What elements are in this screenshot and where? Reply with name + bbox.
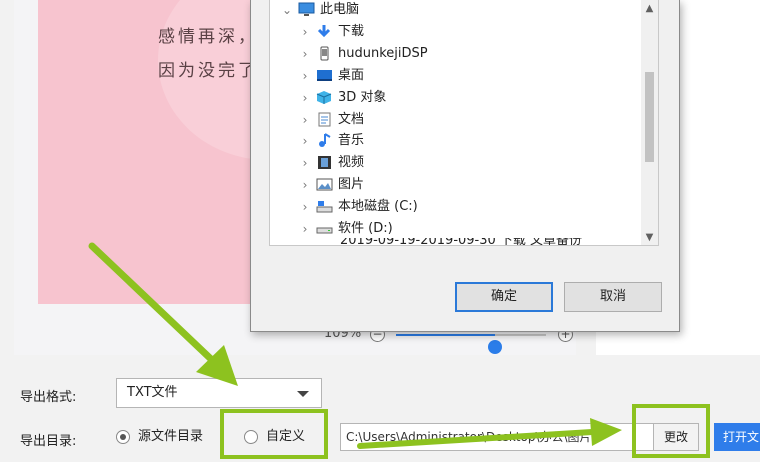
cube-icon — [316, 90, 332, 104]
preview-text-line-2: 因为没完了 — [158, 61, 258, 81]
tree-item-label: 视频 — [338, 155, 365, 171]
export-format-value: TXT文件 — [127, 385, 178, 400]
tree-item-label: hudunkejiDSP — [338, 45, 428, 61]
scroll-down-icon[interactable]: ▼ — [641, 229, 658, 245]
video-icon — [318, 156, 331, 170]
ok-button[interactable]: 确定 — [455, 282, 553, 312]
chevron-right-icon[interactable]: › — [300, 218, 310, 240]
tree-item-partial[interactable]: 2019-09-19-2019-09-30 下载 文章备份 — [310, 238, 650, 246]
chevron-right-icon[interactable]: › — [300, 174, 310, 196]
highlight-change-button — [632, 404, 710, 458]
chevron-right-icon[interactable]: › — [300, 21, 310, 43]
tree-item-label: 软件 (D:) — [338, 221, 393, 236]
chevron-right-icon[interactable]: › — [300, 109, 310, 131]
tree-item-label: 桌面 — [338, 67, 365, 83]
browse-folder-dialog: ⌄ 此电脑 › 下载 › hudunkejiDSP › 桌面 › 3D 对象 › 文档 › 音乐 › 视频 › 图… — [250, 0, 680, 332]
tree-item-label: 音乐 — [338, 133, 365, 149]
computer-icon — [298, 2, 315, 16]
preview-page: 感情再深， 因为没完了 — [38, 0, 268, 304]
scroll-up-icon[interactable]: ▲ — [641, 0, 658, 17]
phone-icon — [320, 46, 329, 61]
desktop-icon — [317, 69, 332, 81]
cancel-button[interactable]: 取消 — [564, 282, 662, 312]
dropdown-arrow-icon — [297, 391, 309, 397]
chevron-right-icon[interactable]: › — [300, 87, 310, 109]
zoom-slider-fill — [396, 334, 495, 336]
tree-item-label: 下载 — [338, 23, 365, 39]
tree-item-label: 此电脑 — [320, 2, 360, 17]
export-format-select[interactable]: TXT文件 — [116, 378, 322, 408]
zoom-slider-track[interactable] — [396, 334, 546, 354]
preview-text-line-1: 感情再深， — [158, 27, 258, 47]
music-icon — [319, 133, 331, 148]
tree-scrollbar[interactable]: ▲ ▼ — [641, 0, 658, 245]
zoom-slider-thumb[interactable] — [488, 340, 502, 354]
chevron-right-icon[interactable]: › — [300, 65, 310, 87]
export-directory-label: 导出目录: — [20, 434, 77, 449]
tree-item-partial-label: 2019-09-19-2019-09-30 下载 文章备份 — [340, 238, 583, 246]
open-folder-button[interactable]: 打开文 — [714, 423, 760, 451]
download-icon — [317, 24, 331, 38]
radio-checked-icon — [116, 430, 130, 444]
drive-d-icon — [316, 227, 333, 234]
chevron-right-icon[interactable]: › — [300, 196, 310, 218]
export-path-field[interactable]: C:\Users\Administrator\Desktop\办公\图片 — [340, 423, 654, 451]
chevron-right-icon[interactable]: › — [300, 43, 310, 65]
radio-source-label: 源文件目录 — [138, 429, 204, 444]
chevron-right-icon[interactable]: › — [300, 152, 310, 174]
tree-item-label: 文档 — [338, 111, 365, 127]
scroll-thumb[interactable] — [645, 72, 654, 162]
document-icon — [318, 112, 331, 126]
picture-icon — [316, 178, 333, 191]
export-format-label: 导出格式: — [20, 390, 77, 405]
chevron-right-icon[interactable]: › — [300, 130, 310, 152]
folder-tree[interactable]: ⌄ 此电脑 › 下载 › hudunkejiDSP › 桌面 › 3D 对象 › 文档 › 音乐 › 视频 › 图… — [269, 0, 659, 246]
highlight-custom-option — [220, 409, 328, 459]
tree-item-label: 本地磁盘 (C:) — [338, 199, 418, 215]
tree-item-label: 3D 对象 — [338, 89, 387, 105]
drive-c-icon — [316, 201, 333, 213]
chevron-down-icon[interactable]: ⌄ — [282, 0, 292, 21]
tree-item-label: 图片 — [338, 177, 365, 193]
